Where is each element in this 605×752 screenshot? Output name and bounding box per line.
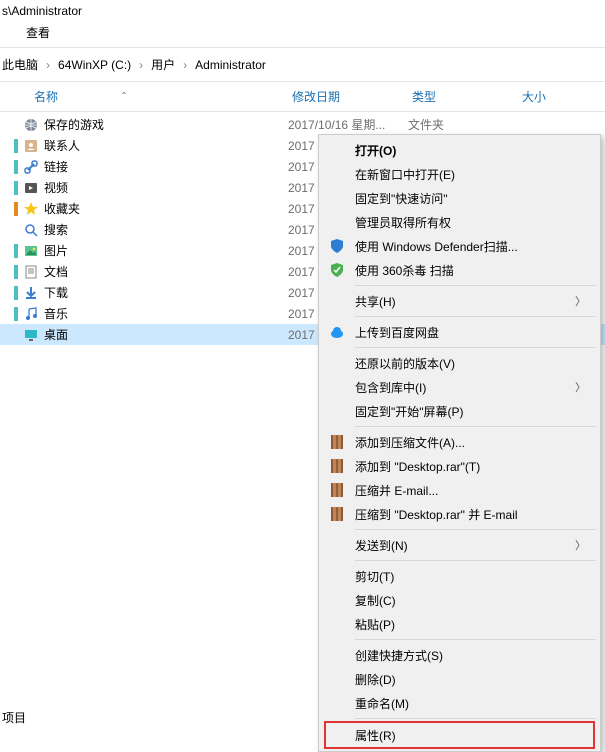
menu-properties[interactable]: 属性(R) — [325, 722, 594, 748]
item-label: 桌面 — [44, 326, 288, 343]
pictures-icon — [22, 242, 40, 260]
menu-pin-quick-access[interactable]: 固定到"快速访问" — [321, 186, 598, 210]
window-title: s\Administrator — [0, 0, 605, 20]
selection-marker — [14, 286, 18, 300]
chevron-right-icon: › — [46, 58, 50, 72]
archive-icon — [327, 456, 347, 476]
menu-compress-rar-email[interactable]: 压缩到 "Desktop.rar" 并 E-mail — [321, 502, 598, 526]
menu-separator — [355, 639, 596, 640]
selection-marker — [14, 202, 18, 216]
column-name[interactable]: 名称ˆ — [34, 88, 292, 105]
item-label: 链接 — [44, 158, 288, 175]
menu-pin-start[interactable]: 固定到"开始"屏幕(P) — [321, 399, 598, 423]
item-label: 下载 — [44, 284, 288, 301]
star-icon — [22, 200, 40, 218]
selection-marker — [14, 223, 18, 237]
search-icon — [22, 221, 40, 239]
menu-defender-scan[interactable]: 使用 Windows Defender扫描... — [321, 234, 598, 258]
menu-send-to[interactable]: 发送到(N)〉 — [321, 533, 598, 557]
breadcrumb-item[interactable]: 此电脑 — [2, 56, 38, 73]
desktop-icon — [22, 326, 40, 344]
menu-separator — [355, 347, 596, 348]
breadcrumb-item[interactable]: 用户 — [151, 56, 175, 73]
cloud-icon — [327, 322, 347, 342]
menu-cut[interactable]: 剪切(T) — [321, 564, 598, 588]
shield-icon — [327, 236, 347, 256]
menu-copy[interactable]: 复制(C) — [321, 588, 598, 612]
column-headers[interactable]: 名称ˆ 修改日期 类型 大小 — [0, 82, 605, 111]
item-label: 视频 — [44, 179, 288, 196]
selection-marker — [14, 307, 18, 321]
shield-check-icon — [327, 260, 347, 280]
item-label: 图片 — [44, 242, 288, 259]
chevron-right-icon: › — [139, 58, 143, 72]
column-type[interactable]: 类型 — [412, 88, 522, 105]
archive-icon — [327, 432, 347, 452]
download-icon — [22, 284, 40, 302]
item-label: 文档 — [44, 263, 288, 280]
music-icon — [22, 305, 40, 323]
menu-delete[interactable]: 删除(D) — [321, 667, 598, 691]
selection-marker — [14, 139, 18, 153]
menu-separator — [355, 560, 596, 561]
list-item[interactable]: 保存的游戏2017/10/16 星期...文件夹 — [0, 114, 605, 135]
selection-marker — [14, 181, 18, 195]
item-label: 保存的游戏 — [44, 116, 288, 133]
status-bar: 项目 — [2, 709, 26, 726]
selection-marker — [14, 118, 18, 132]
chevron-right-icon: 〉 — [575, 293, 586, 309]
column-date[interactable]: 修改日期 — [292, 88, 412, 105]
menu-separator — [355, 718, 596, 719]
contacts-icon — [22, 137, 40, 155]
item-date: 2017/10/16 星期... — [288, 116, 408, 133]
item-label: 搜索 — [44, 221, 288, 238]
menu-separator — [355, 316, 596, 317]
item-label: 联系人 — [44, 137, 288, 154]
menu-view[interactable]: 查看 — [26, 26, 50, 40]
menu-add-desktop-rar[interactable]: 添加到 "Desktop.rar"(T) — [321, 454, 598, 478]
video-icon — [22, 179, 40, 197]
item-type: 文件夹 — [408, 116, 444, 133]
menu-compress-email[interactable]: 压缩并 E-mail... — [321, 478, 598, 502]
menu-share[interactable]: 共享(H)〉 — [321, 289, 598, 313]
breadcrumb[interactable]: 此电脑 › 64WinXP (C:) › 用户 › Administrator — [0, 48, 605, 81]
menu-open-new-window[interactable]: 在新窗口中打开(E) — [321, 162, 598, 186]
menu-360-scan[interactable]: 使用 360杀毒 扫描 — [321, 258, 598, 282]
column-size[interactable]: 大小 — [522, 88, 582, 105]
globe-icon — [22, 116, 40, 134]
menu-open[interactable]: 打开(O) — [321, 138, 598, 162]
menu-restore-previous[interactable]: 还原以前的版本(V) — [321, 351, 598, 375]
sort-caret-icon: ˆ — [122, 90, 126, 104]
menu-create-shortcut[interactable]: 创建快捷方式(S) — [321, 643, 598, 667]
item-label: 音乐 — [44, 305, 288, 322]
menu-admin-ownership[interactable]: 管理员取得所有权 — [321, 210, 598, 234]
selection-marker — [14, 265, 18, 279]
menu-paste[interactable]: 粘贴(P) — [321, 612, 598, 636]
context-menu: 打开(O) 在新窗口中打开(E) 固定到"快速访问" 管理员取得所有权 使用 W… — [318, 134, 601, 752]
archive-icon — [327, 480, 347, 500]
selection-marker — [14, 328, 18, 342]
menu-separator — [355, 285, 596, 286]
menu-add-archive[interactable]: 添加到压缩文件(A)... — [321, 430, 598, 454]
menu-separator — [355, 529, 596, 530]
menubar: 查看 — [0, 20, 605, 45]
menu-separator — [355, 426, 596, 427]
selection-marker — [14, 244, 18, 258]
chevron-right-icon: › — [183, 58, 187, 72]
selection-marker — [14, 160, 18, 174]
breadcrumb-item[interactable]: Administrator — [195, 58, 266, 72]
docs-icon — [22, 263, 40, 281]
breadcrumb-item[interactable]: 64WinXP (C:) — [58, 58, 131, 72]
link-icon — [22, 158, 40, 176]
chevron-right-icon: 〉 — [575, 537, 586, 553]
chevron-right-icon: 〉 — [575, 379, 586, 395]
menu-baidu-upload[interactable]: 上传到百度网盘 — [321, 320, 598, 344]
archive-icon — [327, 504, 347, 524]
menu-rename[interactable]: 重命名(M) — [321, 691, 598, 715]
item-label: 收藏夹 — [44, 200, 288, 217]
menu-include-library[interactable]: 包含到库中(I)〉 — [321, 375, 598, 399]
